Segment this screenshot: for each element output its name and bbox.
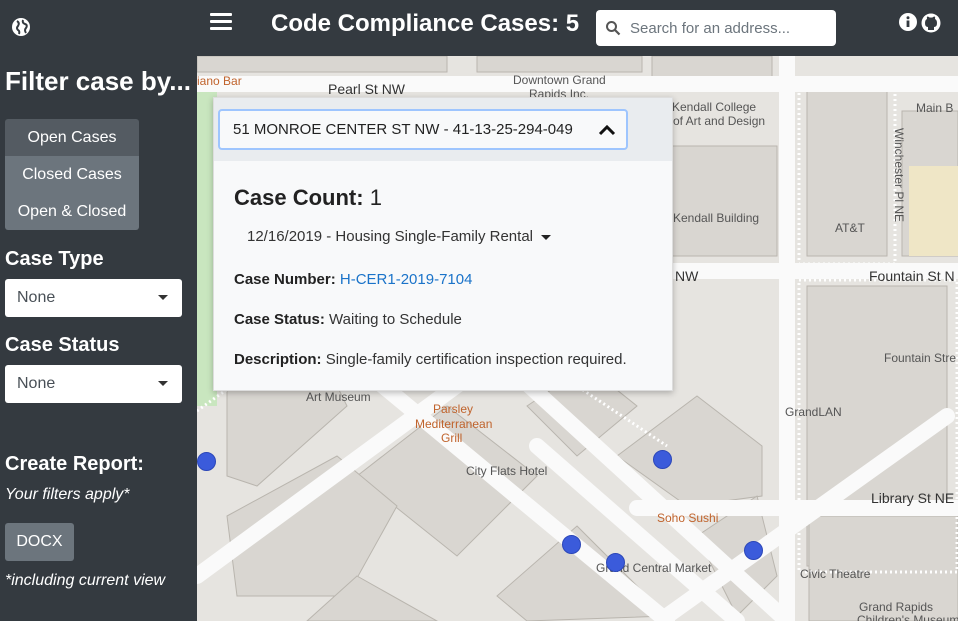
report-footnote: *including current view (5, 572, 166, 589)
map-label-piano: iano Bar (197, 74, 242, 88)
map-label-nw: NW (675, 268, 699, 284)
case-dropdown[interactable]: 12/16/2019 - Housing Single-Family Renta… (247, 228, 551, 245)
search-input[interactable] (630, 10, 830, 46)
map-label-city-flats: City Flats Hotel (466, 464, 548, 478)
map-label-mainb: Main B (916, 101, 954, 115)
chevron-down-icon (158, 295, 168, 300)
open-cases-button[interactable]: Open Cases (5, 119, 139, 156)
address-selector[interactable]: 51 MONROE CENTER ST NW - 41-13-25-294-04… (218, 109, 628, 150)
case-marker[interactable] (197, 452, 216, 471)
report-note: Your filters apply* (5, 486, 130, 503)
case-number-link[interactable]: H-CER1-2019-7104 (340, 271, 473, 288)
open-closed-button[interactable]: Open & Closed (5, 193, 139, 230)
map-label-fountain: Fountain St N (869, 268, 955, 284)
case-marker[interactable] (562, 535, 581, 554)
chevron-up-icon[interactable] (598, 124, 616, 136)
popup-header: 51 MONROE CENTER ST NW - 41-13-25-294-04… (214, 98, 672, 161)
case-type-label: Case Type (5, 248, 104, 270)
case-status-text: Waiting to Schedule (329, 311, 462, 328)
report-label: Create Report: (5, 453, 144, 475)
address-text: 51 MONROE CENTER ST NW - 41-13-25-294-04… (233, 121, 573, 138)
case-count-label: Case Count: (234, 185, 364, 210)
app-header: Code Compliance Cases: 5 (0, 0, 958, 56)
case-status-label-popup: Case Status: (234, 311, 325, 328)
status-filter-group: Open Cases Closed Cases Open & Closed (5, 119, 139, 230)
description-row: Description: Single-family certification… (234, 351, 627, 368)
map-label-parsley2: Mediterranean (415, 417, 493, 431)
case-type-select[interactable]: None (5, 279, 182, 317)
filter-title: Filter case by... (5, 66, 191, 96)
map-label-gr2: Children's Museum (857, 613, 958, 621)
search-icon (606, 21, 621, 36)
map-label-downtown: Downtown Grand (513, 73, 606, 87)
search-box[interactable] (596, 10, 836, 46)
case-dropdown-value: 12/16/2019 - Housing Single-Family Renta… (247, 228, 533, 245)
map-label-parsley1: Parsley (433, 402, 474, 416)
map-label-kendall-building: Kendall Building (673, 211, 760, 225)
map-label-grandlan: GrandLAN (785, 405, 842, 419)
case-status-value: None (17, 375, 56, 392)
case-marker[interactable] (653, 450, 672, 469)
case-popup: 51 MONROE CENTER ST NW - 41-13-25-294-04… (213, 97, 673, 391)
github-icon[interactable] (921, 13, 941, 33)
description-text: Single-family certification inspection r… (325, 351, 627, 368)
case-count: Case Count: 1 (234, 185, 382, 211)
case-marker[interactable] (606, 553, 625, 572)
info-icon[interactable] (899, 13, 917, 31)
case-status-select[interactable]: None (5, 365, 182, 403)
docx-button[interactable]: DOCX (5, 523, 74, 561)
case-count-value: 1 (369, 185, 382, 210)
map-label-art-museum: Art Museum (306, 390, 371, 404)
case-marker[interactable] (744, 541, 763, 560)
description-label: Description: (234, 351, 322, 368)
map-label-library: Library St NE (871, 490, 955, 506)
case-number-label: Case Number: (234, 271, 336, 288)
closed-cases-button[interactable]: Closed Cases (5, 156, 139, 193)
chevron-down-icon (158, 381, 168, 386)
map-label-parsley3: Grill (441, 431, 463, 445)
map-label-fountain-st: Fountain Stre (884, 351, 957, 365)
case-status-row: Case Status: Waiting to Schedule (234, 311, 462, 328)
map-label-gr1: Grand Rapids (859, 600, 934, 614)
caret-down-icon (541, 234, 551, 240)
globe-icon[interactable] (11, 17, 31, 37)
sidebar: Filter case by... Open Cases Closed Case… (0, 56, 197, 621)
case-status-label: Case Status (5, 334, 120, 356)
map-label-civic: Civic Theatre (800, 567, 871, 581)
map-label-kendall1: Kendall College (672, 100, 757, 114)
case-type-value: None (17, 289, 56, 306)
menu-icon[interactable] (210, 13, 232, 31)
map-label-winchester: Winchester Pl NE (892, 128, 906, 223)
map-label-kendall2: of Art and Design (673, 114, 766, 128)
map-label-soho: Soho Sushi (657, 511, 719, 525)
case-number-row: Case Number: H-CER1-2019-7104 (234, 271, 472, 288)
page-title: Code Compliance Cases: 5 (271, 10, 580, 37)
map-label-att: AT&T (835, 221, 865, 235)
map-label-pearl: Pearl St NW (328, 81, 406, 97)
